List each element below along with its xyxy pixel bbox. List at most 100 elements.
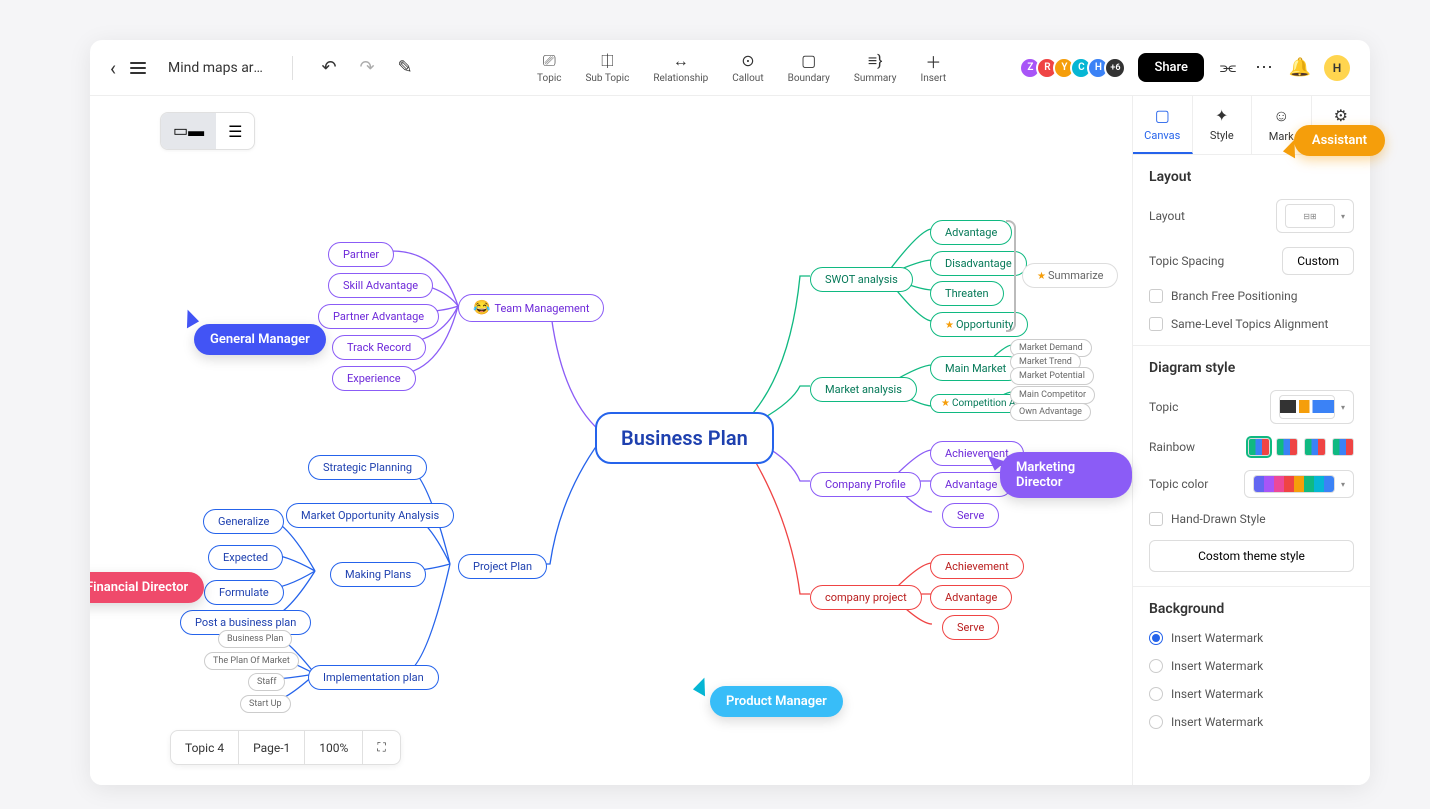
- topic-color-label: Topic color: [1149, 477, 1208, 491]
- radio-watermark[interactable]: [1149, 715, 1163, 729]
- spacing-button[interactable]: Custom: [1282, 247, 1354, 275]
- top-toolbar: ‹ Mind maps are ... ↶ ↷ ✎ ⎚Topic ⎅Sub To…: [90, 40, 1370, 96]
- node-company-project[interactable]: company project: [810, 585, 922, 610]
- tab-style[interactable]: ✦Style: [1193, 96, 1253, 154]
- cursor-marketing-director: Marketing Director: [1000, 452, 1132, 498]
- back-button[interactable]: ‹: [110, 56, 116, 80]
- rainbow-label: Rainbow: [1149, 440, 1195, 454]
- cursor-financial-director: Financial Director: [90, 572, 204, 603]
- layout-label: Layout: [1149, 209, 1185, 223]
- checkbox-branch-free[interactable]: [1149, 289, 1163, 303]
- node[interactable]: Strategic Planning: [308, 455, 427, 480]
- bottom-status-bar: Topic 4 Page-1 100% ⛶: [170, 730, 401, 765]
- rainbow-option[interactable]: [1276, 438, 1298, 456]
- node[interactable]: Market Potential: [1010, 367, 1094, 385]
- cursor-arrow-icon: [693, 676, 713, 697]
- user-avatar[interactable]: H: [1324, 55, 1350, 81]
- node[interactable]: The Plan Of Market: [204, 652, 299, 670]
- node[interactable]: Advantage: [930, 220, 1012, 245]
- toolbar-relationship[interactable]: ↔Relationship: [653, 52, 708, 84]
- topic-color-dropdown[interactable]: [1244, 470, 1354, 498]
- more-options-icon[interactable]: ⋯: [1252, 56, 1276, 80]
- undo-button[interactable]: ↶: [317, 56, 341, 80]
- node[interactable]: Serve: [942, 615, 999, 640]
- node[interactable]: Achievement: [930, 554, 1024, 579]
- spacing-label: Topic Spacing: [1149, 254, 1224, 268]
- menu-button[interactable]: [130, 62, 146, 74]
- tab-canvas[interactable]: ▢Canvas: [1133, 96, 1193, 154]
- share-button[interactable]: Share: [1138, 53, 1204, 82]
- section-background-title: Background: [1149, 601, 1354, 617]
- summary-brace: [1006, 220, 1016, 332]
- node[interactable]: Experience: [332, 366, 416, 391]
- node[interactable]: Making Plans: [330, 562, 426, 587]
- node-project-plan[interactable]: Project Plan: [458, 554, 547, 579]
- view-toggle: ▭▬ ☰: [160, 112, 255, 150]
- section-layout-title: Layout: [1149, 169, 1354, 185]
- node[interactable]: Advantage: [930, 585, 1012, 610]
- rainbow-option[interactable]: [1332, 438, 1354, 456]
- checkbox-same-level[interactable]: [1149, 317, 1163, 331]
- avatar-more[interactable]: +6: [1104, 57, 1126, 79]
- node[interactable]: Staff: [248, 673, 285, 691]
- app-window: ‹ Mind maps are ... ↶ ↷ ✎ ⎚Topic ⎅Sub To…: [90, 40, 1370, 785]
- node[interactable]: Serve: [942, 503, 999, 528]
- node[interactable]: Business Plan: [218, 630, 292, 648]
- rainbow-option[interactable]: [1248, 438, 1270, 456]
- node[interactable]: Formulate: [204, 580, 284, 605]
- radio-watermark[interactable]: [1149, 687, 1163, 701]
- status-page[interactable]: Page-1: [239, 731, 305, 764]
- node[interactable]: Generalize: [203, 509, 284, 534]
- node[interactable]: Track Record: [332, 335, 426, 360]
- node[interactable]: Market Opportunity Analysis: [286, 503, 454, 528]
- custom-theme-button[interactable]: Costom theme style: [1149, 540, 1354, 572]
- checkbox-hand-drawn[interactable]: [1149, 512, 1163, 526]
- notifications-icon[interactable]: 🔔: [1288, 56, 1312, 80]
- rainbow-option[interactable]: [1304, 438, 1326, 456]
- node[interactable]: Own Advantage: [1010, 403, 1091, 421]
- node[interactable]: Main Competitor: [1010, 386, 1095, 404]
- format-painter-button[interactable]: ✎: [393, 56, 417, 80]
- node[interactable]: Start Up: [240, 695, 291, 713]
- cursor-assistant: Assistant: [1294, 125, 1385, 156]
- mindmap-root[interactable]: Business Plan: [595, 412, 774, 464]
- node[interactable]: Threaten: [930, 281, 1004, 306]
- share-link-icon[interactable]: ⫘: [1216, 56, 1240, 80]
- fullscreen-button[interactable]: ⛶: [363, 731, 399, 764]
- toolbar-subtopic[interactable]: ⎅Sub Topic: [585, 52, 629, 84]
- canvas[interactable]: ▭▬ ☰: [90, 96, 1132, 785]
- status-topic[interactable]: Topic 4: [171, 731, 239, 764]
- toolbar-topic[interactable]: ⎚Topic: [537, 52, 561, 84]
- node-team-management[interactable]: 😂Team Management: [458, 294, 604, 322]
- side-panel: ▢Canvas ✦Style ☺Mark ⚙Clipart Layout Lay…: [1132, 96, 1370, 785]
- node[interactable]: Expected: [208, 545, 283, 570]
- radio-watermark[interactable]: [1149, 631, 1163, 645]
- toolbar-boundary[interactable]: ▢Boundary: [788, 52, 830, 84]
- summary-node[interactable]: ★Summarize: [1022, 263, 1118, 288]
- radio-watermark[interactable]: [1149, 659, 1163, 673]
- node[interactable]: Partner: [328, 242, 394, 267]
- node[interactable]: Skill Advantage: [328, 273, 433, 298]
- cursor-arrow-icon: [179, 308, 199, 329]
- view-outline-button[interactable]: ☰: [216, 113, 254, 149]
- node-company-profile[interactable]: Company Profile: [810, 472, 921, 497]
- cursor-product-manager: Product Manager: [710, 686, 843, 717]
- toolbar-callout[interactable]: ⊙Callout: [732, 52, 763, 84]
- collaborator-avatars[interactable]: Z R Y C H +6: [1019, 57, 1126, 79]
- node[interactable]: Main Market: [930, 356, 1021, 381]
- node[interactable]: Implementation plan: [308, 665, 439, 690]
- status-zoom[interactable]: 100%: [305, 731, 363, 764]
- node-swot[interactable]: SWOT analysis: [810, 267, 913, 292]
- topic-dropdown[interactable]: [1270, 390, 1354, 424]
- section-diagram-title: Diagram style: [1149, 360, 1354, 376]
- redo-button[interactable]: ↷: [355, 56, 379, 80]
- layout-dropdown[interactable]: ⊟⊞: [1276, 199, 1354, 233]
- toolbar-summary[interactable]: ≡}Summary: [854, 52, 897, 84]
- toolbar-center: ⎚Topic ⎅Sub Topic ↔Relationship ⊙Callout…: [537, 52, 946, 84]
- view-mindmap-button[interactable]: ▭▬: [161, 113, 216, 149]
- node-market[interactable]: Market analysis: [810, 377, 917, 402]
- cursor-general-manager: General Manager: [194, 324, 326, 355]
- toolbar-insert[interactable]: ＋Insert: [921, 52, 947, 84]
- document-title[interactable]: Mind maps are ...: [168, 60, 268, 76]
- node[interactable]: Partner Advantage: [318, 304, 439, 329]
